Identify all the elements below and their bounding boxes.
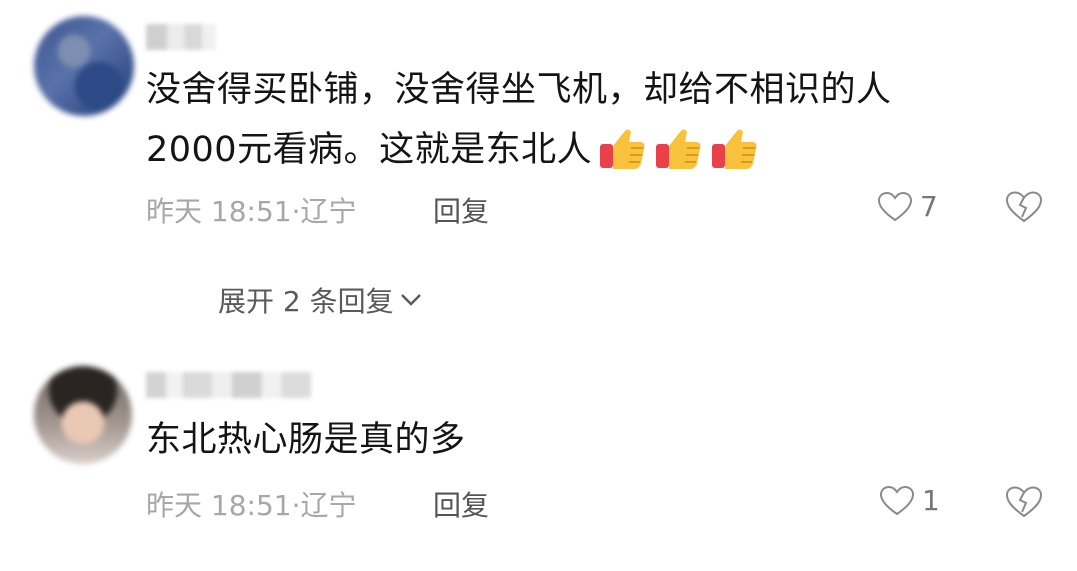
timestamp: 昨天 18:51 bbox=[146, 195, 292, 228]
like-count: 7 bbox=[920, 190, 938, 223]
comment-line-2: 2000元看病。这就是东北人 bbox=[146, 130, 593, 170]
broken-heart-icon[interactable] bbox=[1005, 486, 1043, 518]
comment-meta: 昨天 18:51·辽宁 bbox=[146, 195, 357, 228]
reply-button[interactable]: 回复 bbox=[433, 484, 489, 524]
comment-text: 东北热心肠是真的多 bbox=[146, 410, 466, 470]
avatar[interactable] bbox=[34, 366, 132, 464]
broken-heart-icon[interactable] bbox=[1005, 191, 1043, 223]
location: 辽宁 bbox=[300, 195, 357, 228]
thumbs-up-icon bbox=[600, 129, 645, 169]
comment-text: 没舍得买卧铺，没舍得坐飞机，却给不相识的人 2000元看病。这就是东北人 bbox=[146, 60, 892, 180]
like-count: 1 bbox=[922, 484, 940, 517]
expand-replies-link[interactable]: 展开 2 条回复 bbox=[218, 280, 422, 320]
heart-icon bbox=[878, 191, 912, 221]
heart-icon bbox=[880, 485, 914, 515]
expand-replies-label: 展开 2 条回复 bbox=[218, 285, 394, 318]
comment-line-1: 没舍得买卧铺，没舍得坐飞机，却给不相识的人 bbox=[146, 70, 892, 110]
thumbs-up-icon bbox=[712, 129, 757, 169]
comment-line-1: 东北热心肠是真的多 bbox=[146, 420, 466, 460]
username-blurred[interactable] bbox=[146, 372, 311, 398]
timestamp: 昨天 18:51 bbox=[146, 489, 292, 522]
reply-button[interactable]: 回复 bbox=[433, 190, 489, 230]
username-blurred[interactable] bbox=[146, 24, 216, 50]
chevron-down-icon bbox=[400, 294, 421, 306]
avatar[interactable] bbox=[34, 16, 134, 116]
thumbs-up-icon bbox=[656, 129, 701, 169]
comment-meta: 昨天 18:51·辽宁 bbox=[146, 489, 357, 522]
emoji-group bbox=[592, 118, 760, 178]
location: 辽宁 bbox=[300, 489, 357, 522]
like-button[interactable]: 1 bbox=[880, 484, 940, 517]
like-button[interactable]: 7 bbox=[878, 190, 938, 223]
